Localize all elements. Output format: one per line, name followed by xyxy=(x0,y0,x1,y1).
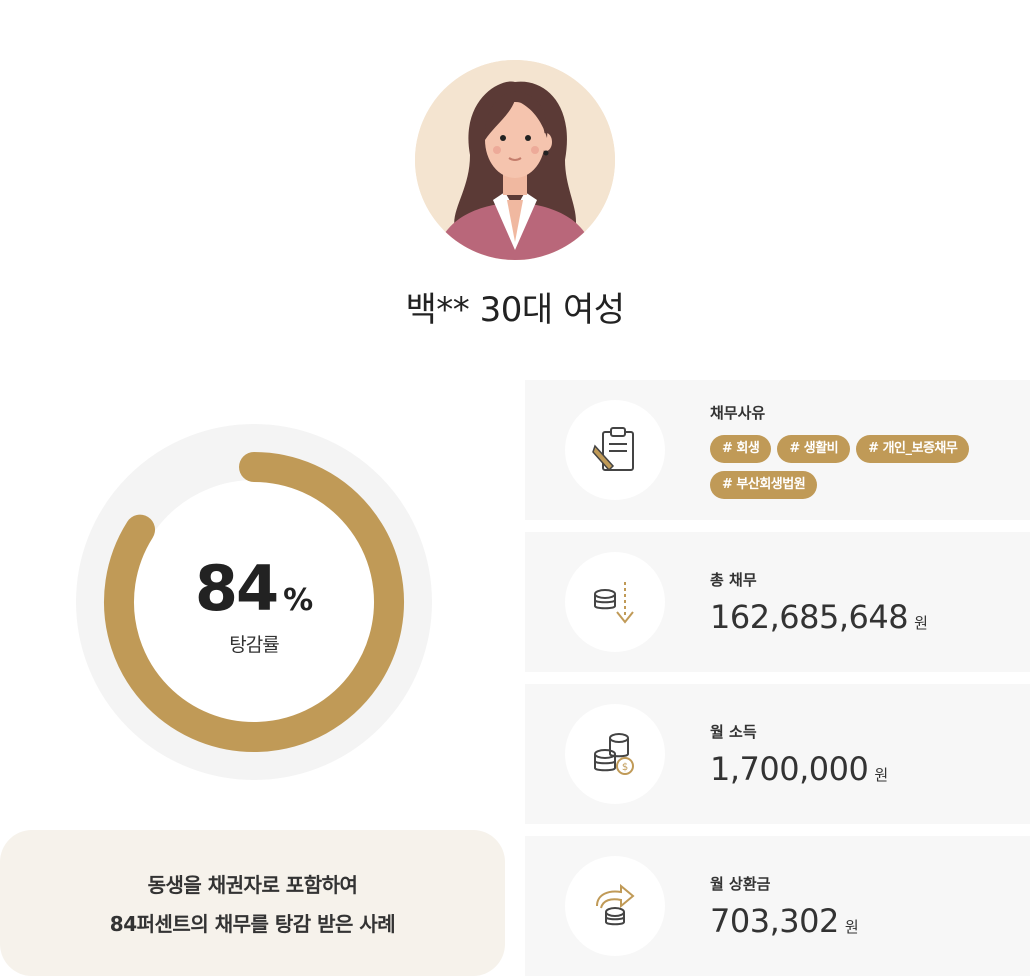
gauge-label: 탕감률 xyxy=(229,634,279,656)
reduction-rate-gauge: 84% 탕감률 xyxy=(74,422,434,782)
value-number: 1,700,000 xyxy=(710,750,869,788)
tag-busan-rehabilitation-court[interactable]: # 부산회생법원 xyxy=(710,471,818,499)
card-icon-wrap xyxy=(565,400,665,500)
profile-name: 백** 30대 여성 xyxy=(405,290,626,330)
woman-avatar-icon xyxy=(415,60,615,260)
monthly-income-value: 1,700,000 원 xyxy=(710,750,888,788)
card-title: 월 상환금 xyxy=(710,875,771,893)
coins-stack-icon: $ xyxy=(594,733,634,775)
debt-reason-card: 채무사유 # 회생 # 생활비 # 개인_보증채무 # 부산회생법원 xyxy=(525,380,1030,520)
value-unit: 원 xyxy=(874,766,888,784)
case-summary: 동생을 채권자로 포함하여 84퍼센트의 채무를 탕감 받은 사례 xyxy=(0,830,505,976)
value-number: 703,302 xyxy=(710,902,839,940)
gauge-number: 84 xyxy=(194,552,279,625)
card-icon-wrap xyxy=(565,552,665,652)
debt-reason-tags: # 회생 # 생활비 # 개인_보증채무 # 부산회생법원 xyxy=(710,435,1010,499)
card-icon-wrap xyxy=(565,856,665,956)
card-title: 월 소득 xyxy=(710,723,757,741)
total-debt-card: 총 채무 162,685,648 원 xyxy=(525,532,1030,672)
tag-personal-guarantee-debt[interactable]: # 개인_보증채무 xyxy=(856,435,970,463)
tag-rehabilitation[interactable]: # 회생 xyxy=(710,435,772,463)
card-icon-wrap: $ xyxy=(565,704,665,804)
gauge-value: 84% xyxy=(74,552,434,625)
coins-down-arrow-icon xyxy=(594,582,634,624)
summary-line-2: 84퍼센트의 채무를 탕감 받은 사례 xyxy=(109,912,396,936)
summary-line-1: 동생을 채권자로 포함하여 xyxy=(147,873,358,897)
tag-living-expenses[interactable]: # 생활비 xyxy=(777,435,851,463)
gauge-percent-unit: % xyxy=(283,583,314,618)
clipboard-icon xyxy=(592,427,634,472)
coins-return-arrow-icon xyxy=(596,883,635,926)
total-debt-value: 162,685,648 원 xyxy=(710,598,928,636)
monthly-repayment-value: 703,302 원 xyxy=(710,902,859,940)
monthly-repayment-card: 월 상환금 703,302 원 xyxy=(525,836,1030,976)
value-number: 162,685,648 xyxy=(710,598,909,636)
monthly-income-card: $ 월 소득 1,700,000 원 xyxy=(525,684,1030,824)
card-title: 총 채무 xyxy=(710,571,757,589)
value-unit: 원 xyxy=(914,614,928,632)
avatar xyxy=(415,60,615,260)
value-unit: 원 xyxy=(844,918,859,936)
card-title: 채무사유 xyxy=(710,404,766,422)
svg-text:$: $ xyxy=(622,762,628,773)
